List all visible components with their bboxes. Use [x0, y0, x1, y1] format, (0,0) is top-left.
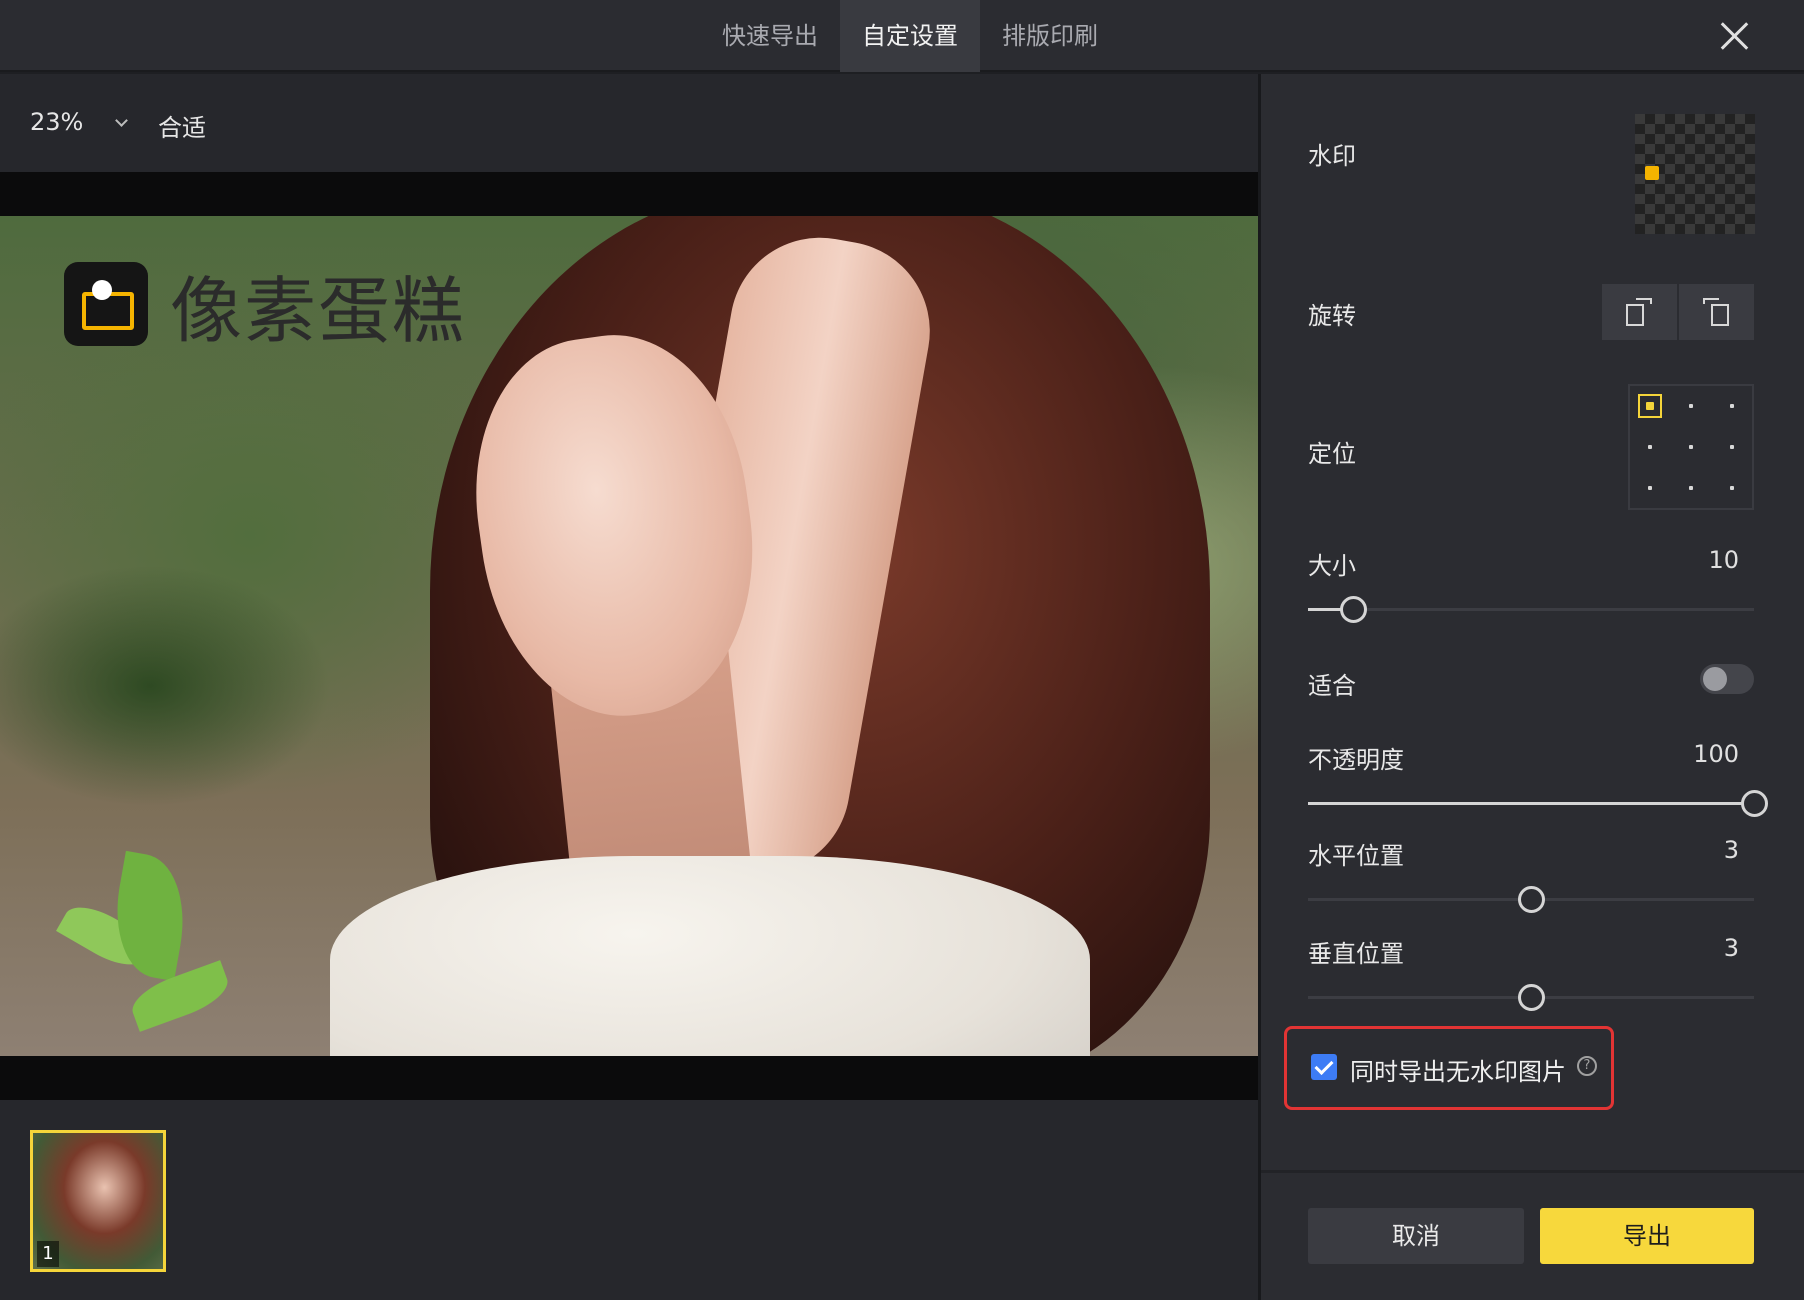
filmstrip: 1: [0, 1100, 1258, 1300]
tab-layout-print[interactable]: 排版印刷: [980, 0, 1120, 72]
preview-area: 23% 合适 像素蛋糕 1: [0, 74, 1258, 1300]
rotate-right-button[interactable]: [1679, 284, 1754, 340]
position-bottom-left[interactable]: [1630, 467, 1671, 508]
help-icon[interactable]: ?: [1577, 1056, 1597, 1076]
fit-button[interactable]: 合适: [158, 108, 206, 143]
position-middle-right[interactable]: [1711, 427, 1752, 468]
opacity-value: 100: [1693, 740, 1739, 768]
position-bottom-center[interactable]: [1671, 467, 1712, 508]
opacity-slider[interactable]: [1308, 788, 1768, 818]
rotate-label: 旋转: [1308, 302, 1356, 330]
top-bar: 快速导出 自定设置 排版印刷: [0, 0, 1804, 72]
position-top-center[interactable]: [1671, 386, 1712, 427]
export-no-watermark-checkbox[interactable]: [1311, 1054, 1337, 1080]
cancel-button[interactable]: 取消: [1308, 1208, 1524, 1264]
watermark-mini-icon: [1645, 166, 1659, 180]
position-top-right[interactable]: [1711, 386, 1752, 427]
fit-toggle[interactable]: [1700, 664, 1754, 694]
h-position-label: 水平位置: [1308, 842, 1404, 870]
export-no-watermark-label[interactable]: 同时导出无水印图片: [1350, 1052, 1566, 1087]
rotate-left-icon: [1626, 304, 1644, 326]
v-position-slider[interactable]: [1308, 982, 1754, 1012]
size-value: 10: [1708, 546, 1739, 574]
thumbnail-index: 1: [37, 1241, 59, 1267]
slider-fill: [1308, 802, 1754, 805]
slider-knob[interactable]: [1741, 790, 1768, 817]
preview-canvas: 像素蛋糕: [0, 172, 1258, 1100]
photo-dress: [330, 856, 1090, 1056]
watermark-overlay[interactable]: 像素蛋糕: [64, 262, 466, 353]
zoom-bar: 23% 合适: [0, 74, 1258, 172]
position-grid: [1628, 384, 1754, 510]
export-button[interactable]: 导出: [1540, 1208, 1754, 1264]
position-center[interactable]: [1671, 427, 1712, 468]
close-icon[interactable]: [1714, 16, 1754, 56]
watermark-logo-icon: [64, 262, 148, 346]
filmstrip-thumbnail[interactable]: 1: [30, 1130, 166, 1272]
footer-divider: [1261, 1170, 1804, 1173]
size-slider[interactable]: [1308, 594, 1754, 624]
slider-knob[interactable]: [1339, 596, 1367, 623]
watermark-preview[interactable]: [1635, 114, 1755, 234]
watermark-label: 水印: [1308, 142, 1356, 170]
fit-label: 适合: [1308, 672, 1356, 700]
zoom-value[interactable]: 23%: [30, 108, 83, 136]
slider-knob[interactable]: [1518, 886, 1545, 913]
preview-photo: 像素蛋糕: [0, 216, 1258, 1056]
chevron-down-icon[interactable]: [114, 116, 128, 130]
tab-custom-settings[interactable]: 自定设置: [840, 0, 980, 72]
slider-knob[interactable]: [1518, 984, 1545, 1011]
watermark-text: 像素蛋糕: [170, 268, 467, 353]
h-position-slider[interactable]: [1308, 884, 1754, 914]
position-top-left[interactable]: [1630, 386, 1671, 427]
rotate-right-icon: [1711, 304, 1729, 326]
h-position-value: 3: [1723, 836, 1739, 864]
position-middle-left[interactable]: [1630, 427, 1671, 468]
settings-panel: 水印 旋转 定位 大小 10 适合 不透明度 100 水平位置 3 垂直位置 3…: [1261, 74, 1804, 1300]
v-position-label: 垂直位置: [1308, 940, 1404, 968]
tab-bar: 快速导出 自定设置 排版印刷: [700, 0, 1120, 72]
rotate-left-button[interactable]: [1602, 284, 1677, 340]
opacity-label: 不透明度: [1308, 746, 1404, 774]
rotate-buttons: [1602, 284, 1754, 340]
position-label: 定位: [1308, 440, 1356, 468]
v-position-value: 3: [1723, 934, 1739, 962]
export-no-watermark-highlight: 同时导出无水印图片 ?: [1284, 1026, 1614, 1110]
position-bottom-right[interactable]: [1711, 467, 1752, 508]
tab-quick-export[interactable]: 快速导出: [700, 0, 840, 72]
size-label: 大小: [1308, 552, 1356, 580]
